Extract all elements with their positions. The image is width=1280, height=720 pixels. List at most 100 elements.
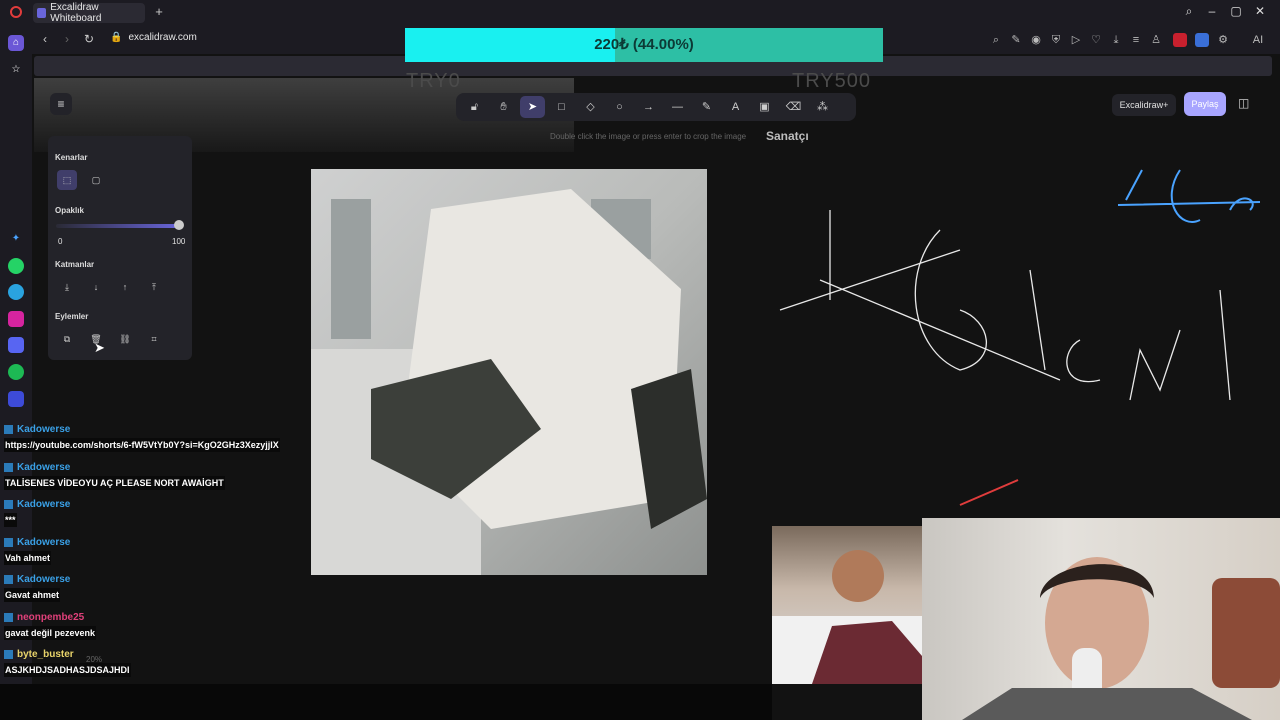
player-icon[interactable] <box>8 391 24 407</box>
shield-icon[interactable]: ⛨ <box>1049 33 1063 47</box>
share-button[interactable]: Paylaş <box>1184 92 1226 116</box>
forward-icon[interactable]: › <box>59 32 75 46</box>
chat-username: neonpembe25 <box>4 612 84 623</box>
chat-username-text: Kadowerse <box>17 461 71 473</box>
lock-tool-icon[interactable]: 🔓︎ <box>462 96 487 118</box>
chat-username: Kadowerse <box>4 462 70 473</box>
extension-icon[interactable] <box>1173 33 1187 47</box>
chat-message: *** <box>4 513 17 527</box>
chat-username-text: Kadowerse <box>17 424 71 435</box>
address-bar[interactable]: 🔒 excalidraw.com <box>110 32 197 43</box>
settings-icon[interactable]: ⚙ <box>1216 33 1230 47</box>
download-icon[interactable]: ⤓ <box>1109 33 1123 47</box>
discord-icon[interactable] <box>8 337 24 353</box>
camera-icon[interactable]: ◉ <box>1029 33 1043 47</box>
chat-message: https://youtube.com/shorts/6-fW5VtYb0Y?s… <box>4 438 280 452</box>
chat-username-text: Kadowerse <box>17 574 71 585</box>
main-menu-icon[interactable]: ≡ <box>50 93 72 115</box>
bring-forward-icon[interactable]: ↑ <box>115 277 135 297</box>
search-icon[interactable]: ⌕ <box>989 33 1003 47</box>
new-tab-icon[interactable]: + <box>152 5 166 19</box>
duplicate-icon[interactable]: ⧉ <box>57 329 77 349</box>
rectangle-tool-icon[interactable]: □ <box>549 96 574 118</box>
chat-badge-icon <box>4 612 13 622</box>
selection-tool-icon[interactable]: ➤ <box>520 96 545 118</box>
bring-to-front-icon[interactable]: ⤒ <box>144 277 164 297</box>
chat-username: Kadowerse <box>4 574 70 585</box>
chat-badge-icon <box>4 500 13 509</box>
messenger-icon[interactable]: ✦ <box>8 231 24 247</box>
eraser-tool-icon[interactable]: ⌫ <box>781 96 806 118</box>
diamond-tool-icon[interactable]: ◇ <box>578 96 603 118</box>
donation-goal-text: 220₺ (44.00%) <box>594 36 694 53</box>
heart-icon[interactable]: ♡ <box>1089 33 1103 47</box>
excalidraw-plus-button[interactable]: Excalidraw+ <box>1112 94 1176 116</box>
webcam-feed <box>922 518 1280 720</box>
chat-username-text: byte_buster <box>17 649 74 660</box>
image-tool-icon[interactable]: ▣ <box>752 96 777 118</box>
ellipse-tool-icon[interactable]: ○ <box>607 96 632 118</box>
instagram-icon[interactable] <box>8 311 24 327</box>
pencil-tool-icon[interactable]: ✎ <box>694 96 719 118</box>
actions-label: Eylemler <box>55 312 89 321</box>
more-tools-icon[interactable]: ⁂ <box>810 96 835 118</box>
ai-icon[interactable]: AI <box>1246 33 1270 47</box>
whatsapp-icon[interactable] <box>8 258 24 274</box>
opacity-slider[interactable] <box>56 224 180 228</box>
chat-message: gavat değil pezevenk <box>4 625 97 640</box>
lock-icon: 🔒 <box>110 32 123 43</box>
opera-logo-icon[interactable] <box>10 6 22 18</box>
menu-icon[interactable]: ≡ <box>1129 33 1143 47</box>
send-backward-icon[interactable]: ↓ <box>86 277 106 297</box>
browser-tab[interactable]: Excalidraw Whiteboard <box>33 2 145 24</box>
star-icon[interactable]: ☆ <box>8 62 24 78</box>
text-tool-icon[interactable]: A <box>723 96 748 118</box>
sharp-edges-icon[interactable]: ⬚ <box>57 170 77 190</box>
chat-username-text: Kadowerse <box>17 536 71 548</box>
search-tabs-icon[interactable]: ⌕ <box>1180 4 1198 19</box>
translate-icon[interactable] <box>1195 33 1209 47</box>
chat-username-text: neonpembe25 <box>17 611 85 623</box>
edges-label: Kenarlar <box>55 153 88 162</box>
spotify-icon[interactable] <box>8 364 24 380</box>
chat-badge-icon <box>4 650 13 659</box>
play-icon[interactable]: ▷ <box>1069 33 1083 47</box>
mouse-cursor-icon: ➤ <box>94 340 105 355</box>
home-icon[interactable]: ⌂ <box>8 35 24 51</box>
chat-badge-icon <box>4 462 13 472</box>
chat-message: TALİSENES VİDEOYU AÇ PLEASE NORT AWAİGHT <box>4 475 225 490</box>
excalidraw-favicon-icon <box>37 8 47 18</box>
video-inset <box>772 526 922 684</box>
minimize-icon[interactable]: – <box>1203 4 1221 18</box>
chat-username: Kadowerse <box>4 537 70 548</box>
opacity-max: 100 <box>172 237 186 246</box>
artist-label: Sanatçı <box>766 129 809 143</box>
arrow-tool-icon[interactable]: → <box>636 96 661 118</box>
chat-badge-icon <box>4 537 13 547</box>
chat-username: byte_buster <box>4 649 74 660</box>
send-to-back-icon[interactable]: ⤓ <box>57 277 77 297</box>
chat-message: Vah ahmet <box>4 550 52 565</box>
library-icon[interactable]: ◫ <box>1238 96 1249 110</box>
chat-message: Gavat ahmet <box>4 588 61 602</box>
edit-icon[interactable]: ✎ <box>1009 33 1023 47</box>
opacity-label: Opaklık <box>55 206 84 215</box>
line-tool-icon[interactable]: — <box>665 96 690 118</box>
goal-start-label: TRY0 <box>406 70 461 92</box>
crop-icon[interactable]: ⌗ <box>144 329 164 349</box>
profile-icon[interactable]: ♙ <box>1149 33 1163 47</box>
video-inset-illustration <box>772 550 922 684</box>
round-edges-icon[interactable]: ▢ <box>86 170 106 190</box>
back-icon[interactable]: ‹ <box>37 32 53 46</box>
telegram-icon[interactable] <box>8 284 24 300</box>
bottom-bar <box>0 684 772 720</box>
hand-tool-icon[interactable]: ✋︎ <box>491 96 516 118</box>
maximize-icon[interactable]: ▢ <box>1227 4 1245 18</box>
canvas-image[interactable] <box>311 169 707 575</box>
chat-username: Kadowerse <box>4 499 70 510</box>
link-icon[interactable]: ⛓︎ <box>115 329 135 349</box>
freehand-drawing[interactable] <box>760 150 1280 520</box>
close-window-icon[interactable]: ✕ <box>1251 4 1269 18</box>
opacity-slider-handle[interactable] <box>174 220 184 230</box>
reload-icon[interactable]: ↻ <box>81 32 97 46</box>
